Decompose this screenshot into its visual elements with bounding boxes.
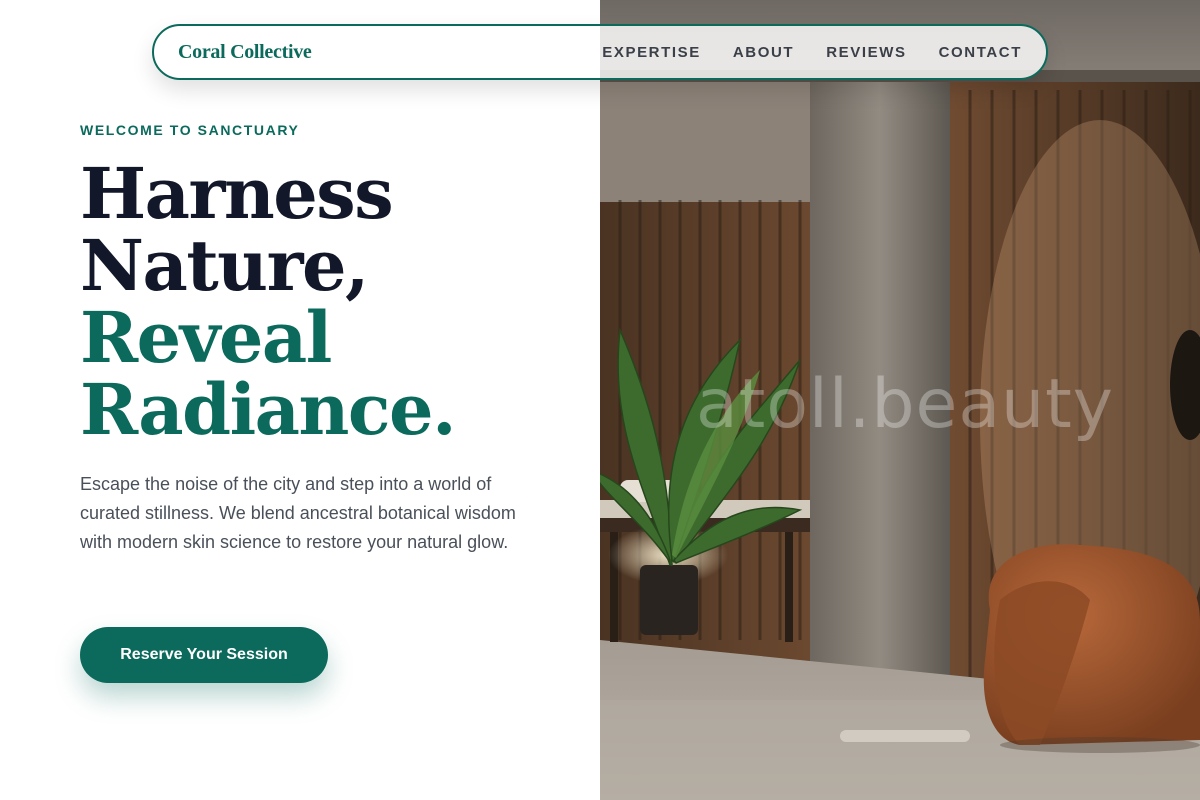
top-navbar: Coral Collective EXPERTISE ABOUT REVIEWS…: [152, 24, 1048, 80]
hero-headline: Harness Nature, Reveal Radiance.: [80, 152, 456, 451]
nav-link-contact[interactable]: CONTACT: [939, 44, 1022, 61]
reserve-session-button[interactable]: Reserve Your Session: [80, 627, 328, 683]
image-watermark: atoll.beauty: [696, 365, 1115, 444]
nav-link-expertise[interactable]: EXPERTISE: [602, 44, 701, 61]
headline-line-4: Radiance.: [80, 368, 456, 451]
hero-eyebrow: WELCOME TO SANCTUARY: [80, 122, 300, 138]
hero-description: Escape the noise of the city and step in…: [80, 474, 516, 552]
nav-link-about[interactable]: ABOUT: [733, 44, 794, 61]
hero-image: atoll.beauty: [600, 0, 1200, 800]
headline-line-1: Harness: [80, 152, 394, 235]
brand-logo-link[interactable]: Coral Collective: [178, 41, 312, 64]
nav-links: EXPERTISE ABOUT REVIEWS CONTACT: [602, 44, 1022, 61]
nav-link-reviews[interactable]: REVIEWS: [826, 44, 906, 61]
headline-line-3: Reveal: [80, 296, 332, 379]
headline-line-2: Nature,: [80, 224, 369, 307]
